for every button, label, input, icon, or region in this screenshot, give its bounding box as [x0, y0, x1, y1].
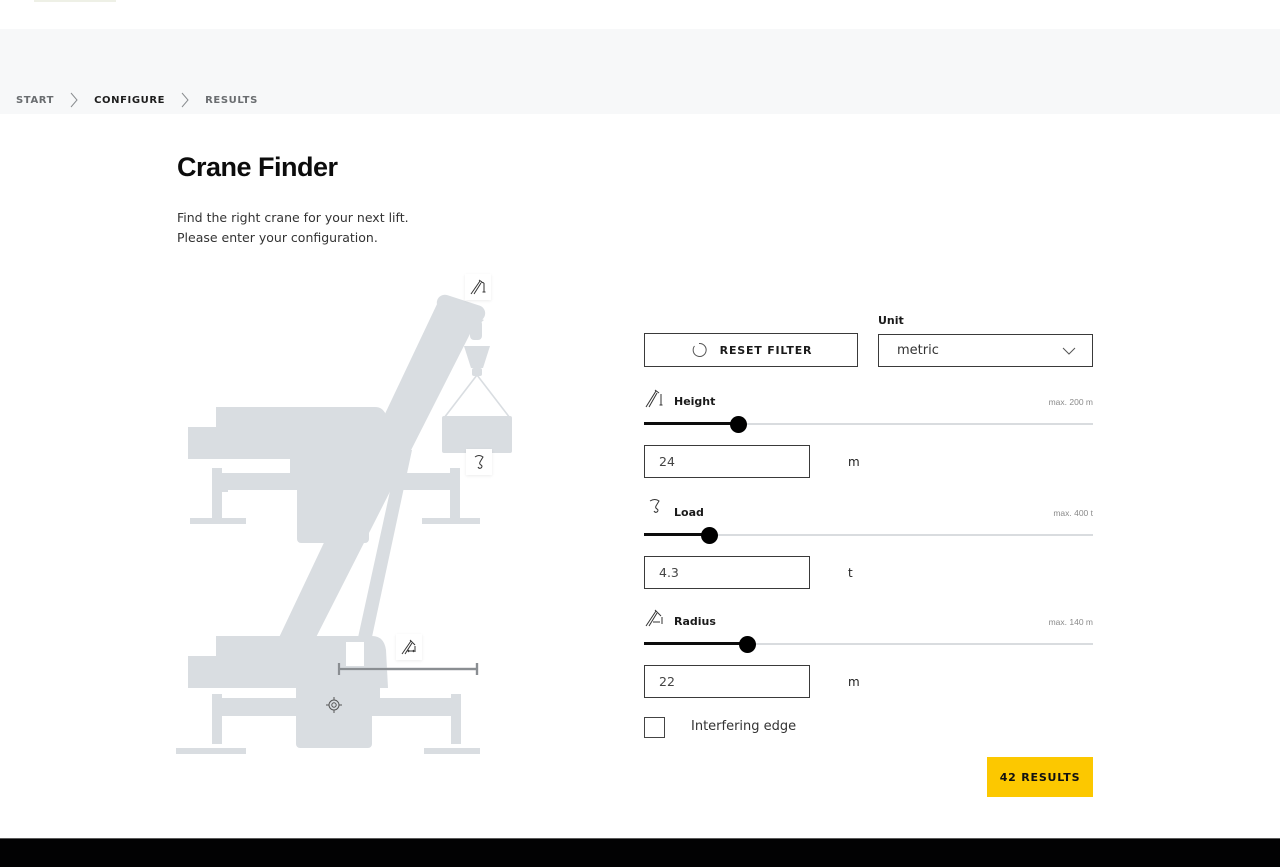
radius-header: Radius max. 140 m [644, 607, 1093, 631]
load-max: max. 400 t [1053, 508, 1093, 518]
breadcrumb-bar: START CONFIGURE RESULTS [0, 29, 1280, 114]
show-results-button[interactable]: 42 RESULTS [987, 757, 1093, 797]
radius-unit: m [848, 675, 860, 689]
footer [0, 838, 1280, 867]
interfering-edge-checkbox[interactable] [644, 717, 665, 738]
height-slider-fill [644, 422, 738, 425]
results-count-label: 42 RESULTS [999, 770, 1081, 784]
unit-label: Unit [878, 314, 904, 327]
radius-input[interactable] [644, 665, 810, 698]
boom-height-icon [645, 389, 663, 408]
chevron-right-icon [173, 92, 197, 108]
reset-circle-icon [692, 342, 707, 357]
top-header [0, 0, 1280, 29]
radius-slider[interactable] [644, 635, 1093, 653]
radius-slider-fill [644, 642, 747, 645]
chevron-right-icon [62, 92, 86, 108]
height-input[interactable] [644, 445, 810, 478]
radius-icon [645, 609, 663, 627]
load-input[interactable] [644, 556, 810, 589]
page-title: Crane Finder [177, 152, 338, 182]
height-label: Height [674, 395, 716, 408]
breadcrumb-results[interactable]: RESULTS [205, 95, 258, 106]
radius-label: Radius [674, 615, 716, 628]
load-header: Load max. 400 t [644, 498, 1093, 522]
radius-badge[interactable] [396, 634, 422, 660]
load-unit: t [848, 566, 853, 580]
height-header: Height max. 200 m [644, 387, 1093, 411]
boom-height-badge[interactable] [465, 274, 491, 300]
load-slider-thumb[interactable] [701, 527, 718, 544]
breadcrumb-start[interactable]: START [16, 95, 54, 106]
boom-height-icon [470, 279, 486, 295]
hook-load-icon [649, 499, 660, 513]
height-slider-thumb[interactable] [730, 416, 747, 433]
crane-lower-body [176, 636, 480, 754]
radius-icon [401, 639, 416, 655]
height-max: max. 200 m [1048, 397, 1093, 407]
load-slider[interactable] [644, 526, 1093, 544]
reset-filter-button[interactable]: RESET FILTER [644, 333, 858, 367]
radius-slider-thumb[interactable] [739, 636, 756, 653]
hook-load-icon [474, 455, 484, 469]
chevron-down-icon [1062, 347, 1076, 355]
reset-filter-label: RESET FILTER [719, 343, 813, 357]
load-slider-fill [644, 533, 709, 536]
height-unit: m [848, 455, 860, 469]
logo[interactable] [34, 0, 116, 2]
page-intro: Find the right crane for your next lift.… [177, 208, 409, 248]
intro-line-1: Find the right crane for your next lift. [177, 210, 409, 225]
breadcrumb: START CONFIGURE RESULTS [16, 92, 258, 108]
load-label: Load [674, 506, 704, 519]
unit-select[interactable]: metric [878, 334, 1093, 367]
pivot-target-icon [325, 696, 343, 714]
unit-select-value: metric [897, 343, 939, 358]
interfering-edge-label[interactable]: Interfering edge [691, 719, 796, 734]
radius-max: max. 140 m [1048, 617, 1093, 627]
height-slider[interactable] [644, 415, 1093, 433]
breadcrumb-configure[interactable]: CONFIGURE [94, 95, 165, 106]
hook-load-badge[interactable] [466, 449, 492, 475]
intro-line-2: Please enter your configuration. [177, 230, 378, 245]
